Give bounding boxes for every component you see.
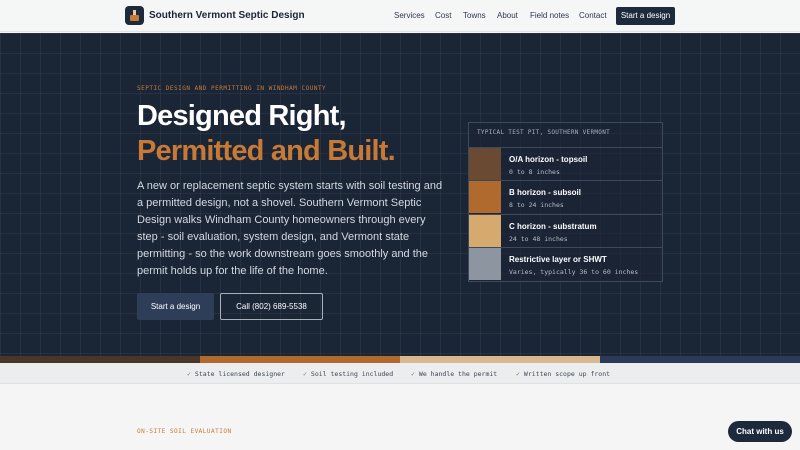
trust-item-scope: ✓ Written scope up front [516,370,611,378]
soil-layer-depth: Varies, typically 36 to 60 inches [509,268,639,276]
color-strip-segment [400,356,600,363]
chat-button[interactable]: Chat with us [728,421,792,442]
soil-layer-name: B horizon - subsoil [509,188,581,197]
check-icon: ✓ [516,370,520,378]
soil-layer-name: O/A horizon - topsoil [509,155,588,164]
site-header: Southern Vermont Septic Design Services … [0,0,800,32]
trust-item-soil-testing: ✓ Soil testing included [303,370,394,378]
test-pit-title: TYPICAL TEST PIT, SOUTHERN VERMONT [477,129,611,136]
color-strip-segment [600,356,800,363]
trust-item-permit: ✓ We handle the permit [411,370,498,378]
nav-about[interactable]: About [497,11,518,20]
color-strip-segment [0,356,200,363]
start-design-button[interactable]: Start a design [137,293,214,320]
soil-layer-depth: 0 to 8 inches [509,168,560,176]
nav-towns[interactable]: Towns [463,11,486,20]
logo-icon[interactable] [125,6,144,25]
soil-layer-restrictive: Restrictive layer or SHWT Varies, typica… [469,247,662,280]
hero-headline-line2: Permitted and Built. [137,135,396,167]
nav-contact[interactable]: Contact [579,11,607,20]
soil-layer-depth: 8 to 24 inches [509,201,564,209]
call-phone-button[interactable]: Call (802) 689-5538 [220,293,323,320]
soil-swatch [469,148,501,180]
soil-layer-name: Restrictive layer or SHWT [509,255,607,264]
soil-swatch [469,215,501,247]
start-design-header-button[interactable]: Start a design [616,7,675,25]
hero-headline-line1: Designed Right, [137,100,347,132]
soil-layer-subsoil: B horizon - subsoil 8 to 24 inches [469,180,662,213]
check-icon: ✓ [411,370,415,378]
section-eyebrow: ON-SITE SOIL EVALUATION [137,428,232,435]
brand-name[interactable]: Southern Vermont Septic Design [149,10,305,21]
hero-eyebrow: SEPTIC DESIGN AND PERMITTING IN WINDHAM … [137,85,327,92]
color-strip-segment [200,356,400,363]
trust-bar: ✓ State licensed designer ✓ Soil testing i… [0,363,800,384]
soil-swatch [469,248,501,280]
hero-description: A new or replacement septic system start… [137,180,443,277]
test-pit-card: TYPICAL TEST PIT, SOUTHERN VERMONT O/A h… [468,122,663,282]
trust-item-licensed: ✓ State licensed designer [187,370,285,378]
soil-swatch [469,181,501,213]
soil-layer-name: C horizon - substratum [509,222,597,231]
soil-layer-topsoil: O/A horizon - topsoil 0 to 8 inches [469,147,662,180]
soil-layer-depth: 24 to 48 inches [509,235,568,243]
nav-field-notes[interactable]: Field notes [530,11,569,20]
nav-services[interactable]: Services [394,11,425,20]
check-icon: ✓ [303,370,307,378]
nav-cost[interactable]: Cost [435,11,451,20]
soil-layer-substratum: C horizon - substratum 24 to 48 inches [469,214,662,247]
check-icon: ✓ [187,370,191,378]
